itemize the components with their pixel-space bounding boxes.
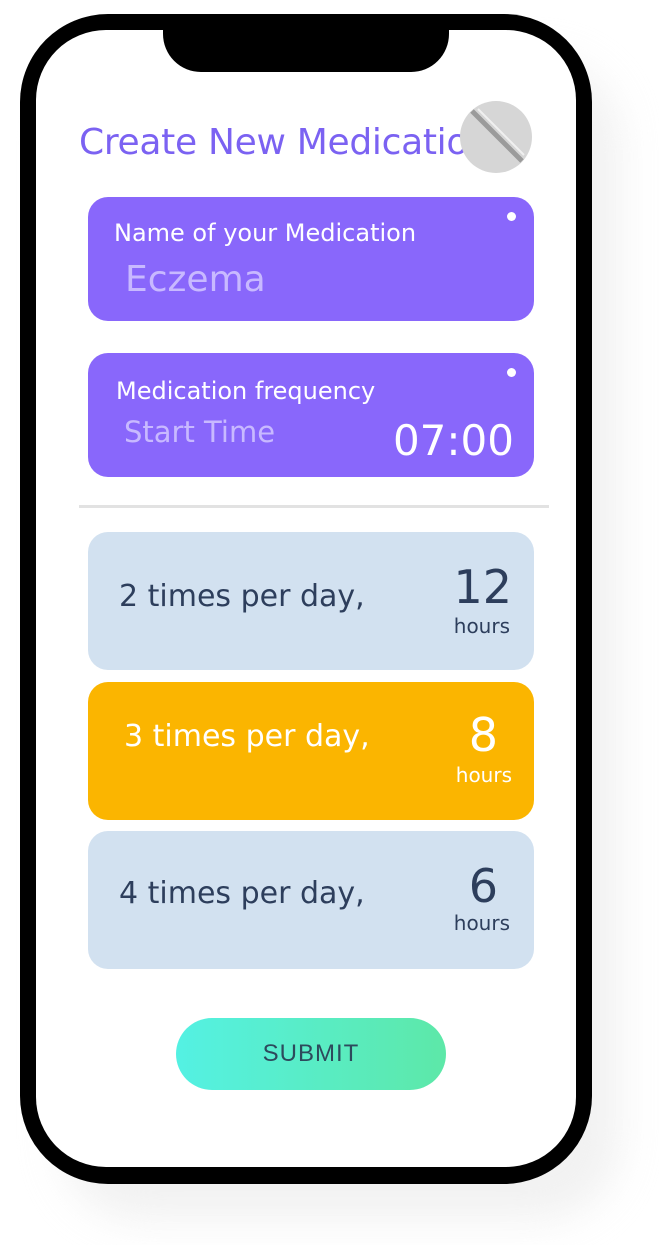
medication-frequency-label: Medication frequency	[116, 377, 376, 405]
medication-name-label: Name of your Medication	[114, 219, 417, 247]
start-time-placeholder[interactable]: Start Time	[124, 415, 275, 449]
divider	[79, 505, 549, 508]
interval-unit: hours	[453, 614, 510, 638]
phone-notch	[163, 30, 449, 72]
submit-button[interactable]: SUBMIT	[176, 1018, 446, 1090]
frequency-option-text: 4 times per day,	[119, 876, 365, 911]
interval-unit: hours	[453, 911, 510, 935]
medication-name-field[interactable]: Name of your Medication Eczema	[88, 197, 534, 321]
interval-unit: hours	[455, 763, 512, 787]
medication-frequency-field[interactable]: Medication frequency Start Time 07:00	[88, 353, 534, 477]
interval-number: 6	[468, 859, 498, 913]
frequency-option-2[interactable]: 2 times per day, 12 hours	[88, 532, 534, 670]
pill-icon[interactable]	[460, 101, 532, 173]
interval-number: 8	[468, 708, 498, 762]
frequency-option-3[interactable]: 3 times per day, 8 hours	[88, 682, 534, 820]
interval-number: 12	[453, 560, 512, 614]
status-dot-icon	[507, 368, 516, 377]
frequency-option-4[interactable]: 4 times per day, 6 hours	[88, 831, 534, 969]
start-time-value[interactable]: 07:00	[393, 416, 514, 465]
frequency-option-text: 2 times per day,	[119, 579, 365, 614]
status-dot-icon	[507, 212, 516, 221]
page-title: Create New Medication	[79, 122, 491, 163]
frequency-option-text: 3 times per day,	[124, 719, 370, 754]
medication-name-value[interactable]: Eczema	[125, 259, 266, 300]
